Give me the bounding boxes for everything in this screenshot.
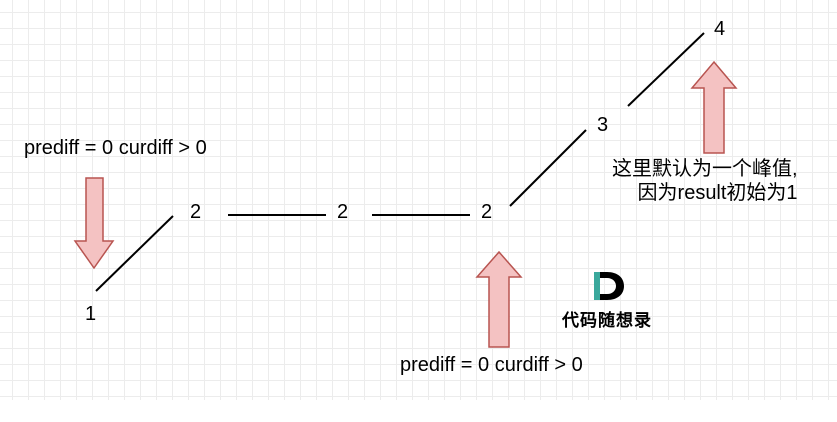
arrow-down-icon [73,177,115,270]
node-2-third: 2 [481,201,492,223]
segment-2-3 [509,129,587,207]
segment-1-2 [95,215,174,292]
watermark-logo: D 代码随想录 [552,268,662,332]
logo-mark-icon: D [594,272,624,300]
logo-text: 代码随想录 [562,311,652,331]
annotation-left: prediff = 0 curdiff > 0 [24,137,207,159]
annotation-peak-line2: 因为result初始为1 [637,182,798,204]
node-4: 4 [714,18,725,40]
diagram-canvas: 1 2 2 2 3 4 prediff = 0 curdiff > 0 pred… [0,0,837,400]
annotation-bottom: prediff = 0 curdiff > 0 [400,354,583,376]
arrow-up-icon [475,250,523,348]
annotation-peak: 这里默认为一个峰值, 因为result初始为1 [612,157,798,205]
segment-3-4 [627,32,705,107]
node-3: 3 [597,114,608,136]
node-2-second: 2 [337,201,348,223]
node-1: 1 [85,303,96,325]
arrow-up-icon [690,60,738,154]
annotation-peak-line1: 这里默认为一个峰值, [612,158,798,180]
node-2-first: 2 [190,201,201,223]
